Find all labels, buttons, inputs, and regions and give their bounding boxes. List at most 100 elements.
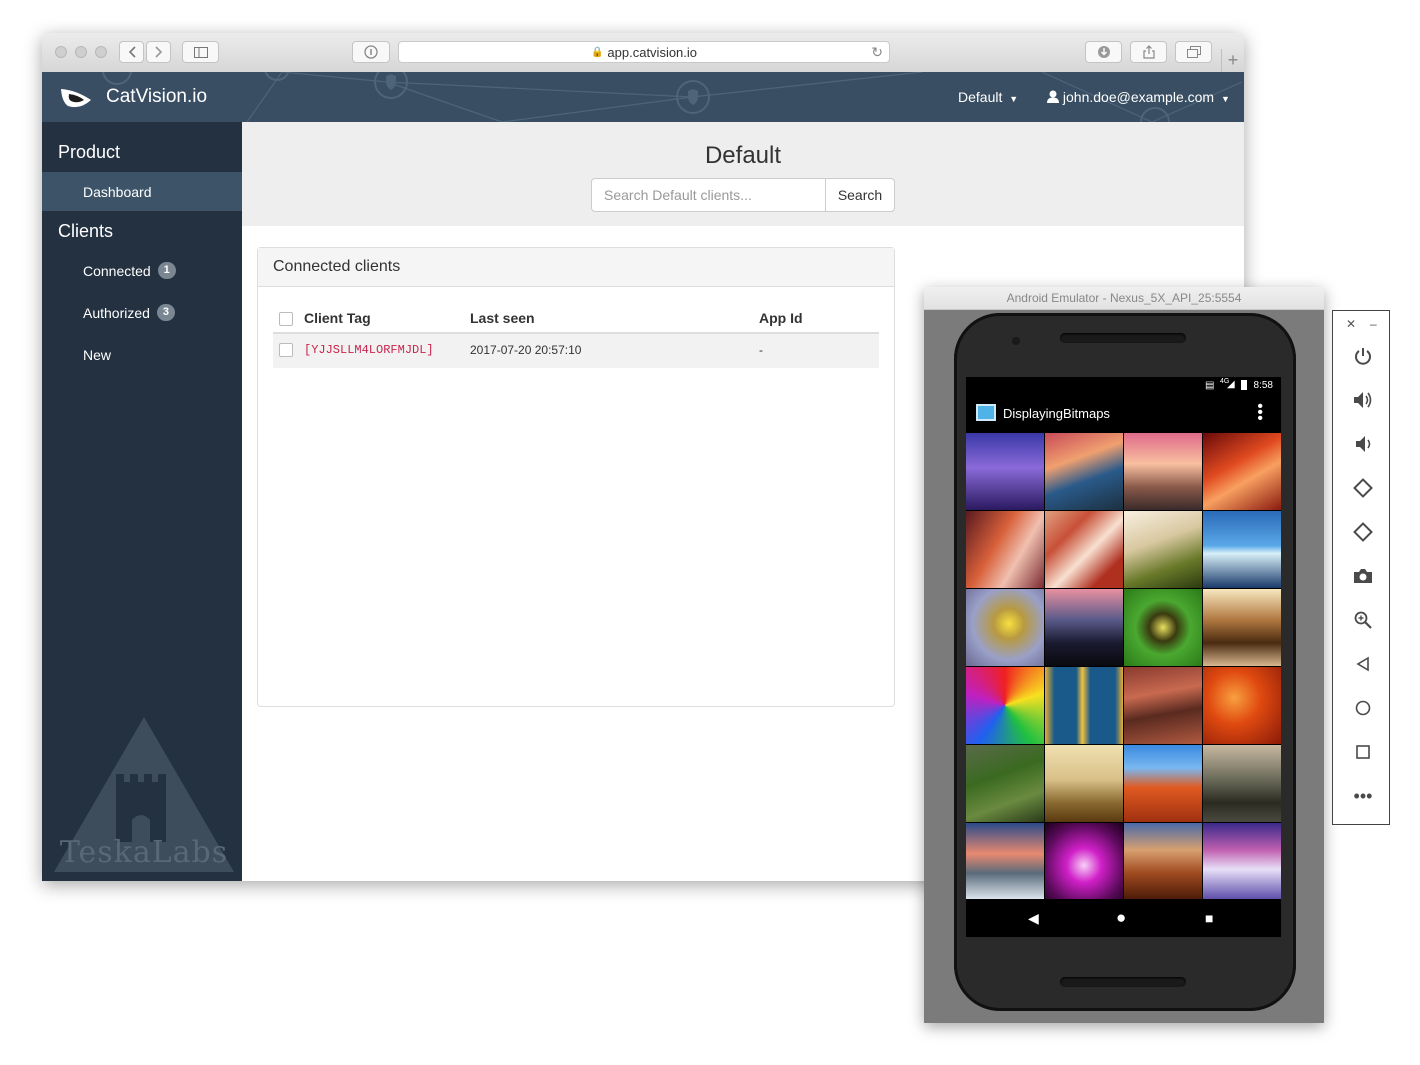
info-icon xyxy=(364,45,378,59)
overflow-menu-icon[interactable]: • • • xyxy=(1257,399,1263,427)
close-icon[interactable]: ✕ xyxy=(1346,317,1356,331)
bottom-speaker xyxy=(1060,977,1186,987)
thumbnail[interactable] xyxy=(1203,589,1281,666)
android-home-button[interactable]: ● xyxy=(1116,908,1126,928)
minimize-window-button[interactable] xyxy=(75,46,87,58)
sidebar-toggle-button[interactable] xyxy=(182,41,219,63)
search-input[interactable] xyxy=(591,178,826,212)
caret-down-icon: ▼ xyxy=(1009,94,1019,104)
thumbnail[interactable] xyxy=(1203,823,1281,900)
volume-up-icon[interactable] xyxy=(1352,389,1374,411)
download-icon xyxy=(1097,46,1110,58)
thumbnail[interactable] xyxy=(966,823,1044,900)
connected-clients-panel: Connected clients Client Tag Last seen A… xyxy=(257,247,895,707)
table-row[interactable]: [YJJSLLM4LORFMJDL] 2017-07-20 20:57:10 - xyxy=(273,334,879,368)
new-tab-button[interactable]: + xyxy=(1221,49,1244,72)
client-tag[interactable]: [YJJSLLM4LORFMJDL] xyxy=(304,343,434,357)
thumbnail[interactable] xyxy=(1203,745,1281,822)
signal-icon: ◢ xyxy=(1227,379,1235,390)
front-camera xyxy=(1012,337,1020,345)
app-icon xyxy=(976,404,996,421)
thumbnail[interactable] xyxy=(1045,667,1123,744)
row-checkbox[interactable] xyxy=(279,343,293,357)
thumbnail[interactable] xyxy=(1124,511,1202,588)
panel-title: Connected clients xyxy=(258,248,894,287)
sidebar-icon xyxy=(193,46,208,58)
emulator-title: Android Emulator - Nexus_5X_API_25:5554 xyxy=(924,287,1324,310)
phone-screen[interactable]: ▤ 4G ◢ 8:58 DisplayingBitmaps • • • ◀ ● … xyxy=(966,377,1281,937)
domain-dropdown[interactable]: Default ▼ xyxy=(958,89,1018,105)
home-icon[interactable] xyxy=(1352,697,1374,719)
reader-button[interactable] xyxy=(352,41,390,63)
last-seen: 2017-07-20 20:57:10 xyxy=(470,343,582,357)
back-icon[interactable] xyxy=(1352,653,1374,675)
catvision-logo-icon xyxy=(61,89,91,108)
tabs-button[interactable] xyxy=(1175,41,1212,63)
thumbnail[interactable] xyxy=(1045,589,1123,666)
back-button[interactable] xyxy=(119,41,144,63)
reload-icon[interactable]: ↻ xyxy=(871,44,883,61)
teskalabs-logo: TeskaLabs xyxy=(54,717,234,872)
downloads-button[interactable] xyxy=(1085,41,1122,63)
sidebar-item-label: New xyxy=(83,346,112,363)
sidebar-item-label: Authorized xyxy=(83,304,150,321)
minimize-icon[interactable]: – xyxy=(1370,317,1377,331)
select-all-checkbox[interactable] xyxy=(279,312,293,326)
sidebar-item-dashboard[interactable]: Dashboard xyxy=(42,172,242,211)
share-button[interactable] xyxy=(1130,41,1167,63)
thumbnail[interactable] xyxy=(1203,511,1281,588)
thumbnail[interactable] xyxy=(1045,511,1123,588)
thumbnail[interactable] xyxy=(1203,667,1281,744)
thumbnail[interactable] xyxy=(1124,433,1202,510)
thumbnail[interactable] xyxy=(1124,823,1202,900)
phone-frame: ▤ 4G ◢ 8:58 DisplayingBitmaps • • • ◀ ● … xyxy=(954,313,1296,1011)
zoom-window-button[interactable] xyxy=(95,46,107,58)
rotate-right-icon[interactable] xyxy=(1352,521,1374,543)
android-overview-button[interactable]: ■ xyxy=(1205,910,1213,926)
camera-icon[interactable] xyxy=(1352,565,1374,587)
volume-down-icon[interactable] xyxy=(1352,433,1374,455)
sidebar-item-connected[interactable]: Connected 1 xyxy=(42,251,242,290)
more-icon[interactable]: ••• xyxy=(1352,785,1374,807)
thumbnail[interactable] xyxy=(966,433,1044,510)
zoom-icon[interactable] xyxy=(1352,609,1374,631)
lock-icon: 🔒 xyxy=(590,46,604,58)
search-button[interactable]: Search xyxy=(825,178,895,212)
thumbnail[interactable] xyxy=(1124,667,1202,744)
close-window-button[interactable] xyxy=(55,46,67,58)
teskalabs-logo-text: TeskaLabs xyxy=(60,835,228,870)
app-title: DisplayingBitmaps xyxy=(1003,406,1110,421)
thumbnail[interactable] xyxy=(966,511,1044,588)
rotate-left-icon[interactable] xyxy=(1352,477,1374,499)
browser-toolbar: 🔒 app.catvision.io ↻ + xyxy=(42,33,1244,73)
thumbnail[interactable] xyxy=(1203,433,1281,510)
thumbnail[interactable] xyxy=(1124,745,1202,822)
android-back-button[interactable]: ◀ xyxy=(1028,910,1039,927)
thumbnail[interactable] xyxy=(1045,433,1123,510)
address-bar[interactable]: 🔒 app.catvision.io ↻ xyxy=(398,41,890,63)
thumbnail[interactable] xyxy=(1045,745,1123,822)
user-email: john.doe@example.com xyxy=(1062,89,1215,105)
tabs-icon xyxy=(1186,46,1201,58)
power-icon[interactable] xyxy=(1352,345,1374,367)
thumbnail[interactable] xyxy=(966,745,1044,822)
user-dropdown[interactable]: john.doe@example.com ▼ xyxy=(1047,89,1230,105)
sidebar-item-new[interactable]: New xyxy=(42,335,242,374)
sidebar-item-authorized[interactable]: Authorized 3 xyxy=(42,293,242,332)
thumbnail[interactable] xyxy=(1124,589,1202,666)
android-emulator-window: Android Emulator - Nexus_5X_API_25:5554 … xyxy=(924,287,1324,1023)
brand-name[interactable]: CatVision.io xyxy=(106,86,207,108)
android-nav-bar: ◀ ● ■ xyxy=(966,899,1281,937)
column-header[interactable]: App Id xyxy=(759,310,803,326)
thumbnail[interactable] xyxy=(966,589,1044,666)
overview-icon[interactable] xyxy=(1352,741,1374,763)
cast-icon: ▤ xyxy=(1205,380,1215,391)
app-id: - xyxy=(759,343,763,357)
sidebar-heading-product: Product xyxy=(58,142,121,162)
column-header[interactable]: Client Tag xyxy=(304,310,371,326)
column-header[interactable]: Last seen xyxy=(470,310,535,326)
forward-button[interactable] xyxy=(146,41,171,63)
status-bar: ▤ 4G ◢ 8:58 xyxy=(966,377,1281,395)
thumbnail[interactable] xyxy=(1045,823,1123,900)
thumbnail[interactable] xyxy=(966,667,1044,744)
